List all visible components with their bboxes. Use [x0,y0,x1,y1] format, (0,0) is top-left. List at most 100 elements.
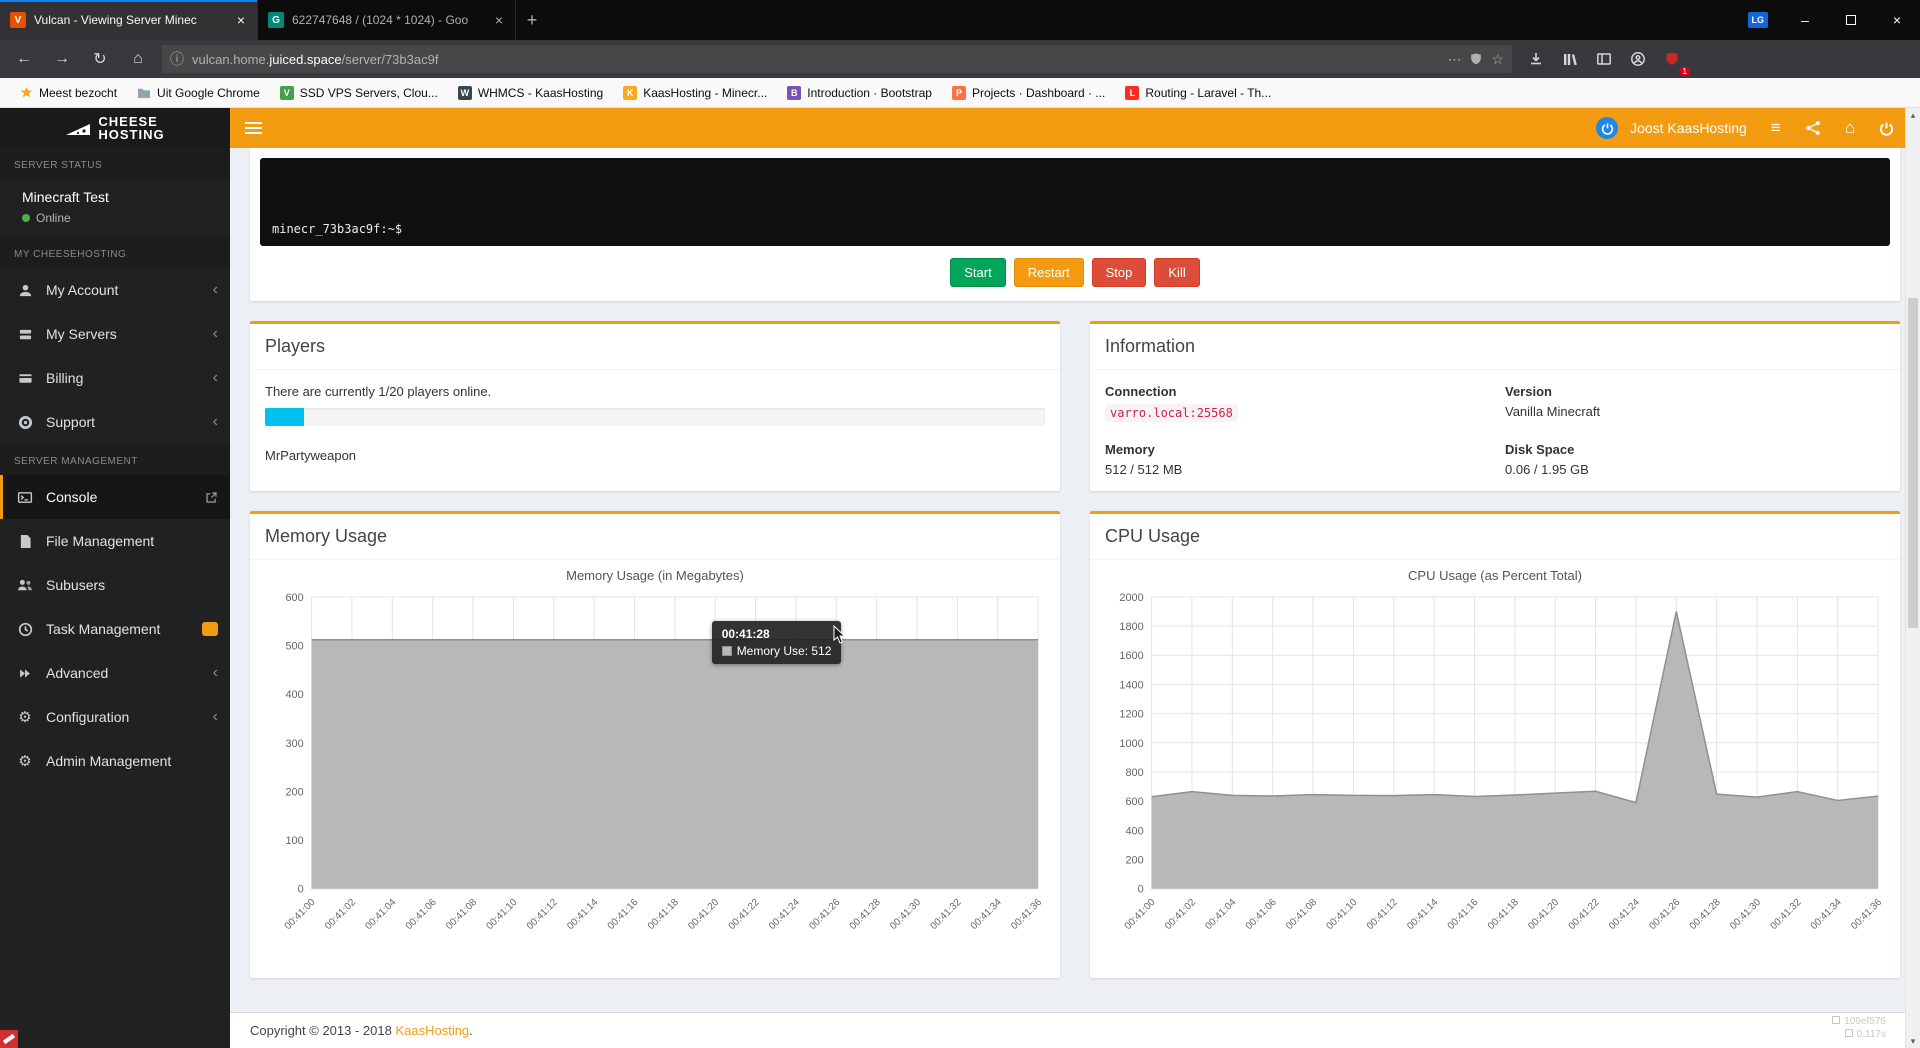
external-link-icon[interactable] [205,491,218,504]
sidebar-item-my-account[interactable]: My Account ‹ [0,268,230,312]
pocket-icon[interactable] [1469,52,1483,66]
terminal-prompt: minecr_73b3ac9f:~$ [272,222,402,236]
bookmark-star-icon[interactable]: ☆ [1491,51,1504,68]
sidebar-collapse-icon[interactable] [230,108,276,148]
bookmark-item[interactable]: Meest bezocht [12,83,125,103]
scroll-up-icon[interactable]: ▴ [1906,108,1920,122]
url-bar[interactable]: ⓘ vulcan.home.juiced.space/server/73b3ac… [162,45,1512,73]
refresh-icon[interactable]: ↻ [86,45,114,73]
user-menu[interactable]: Joost KaasHosting [1630,120,1747,136]
sidebar-item-advanced[interactable]: Advanced ‹ [0,651,230,695]
app-window: CHEESEHOSTING SERVER STATUS Minecraft Te… [0,108,1920,1048]
series-swatch-icon [722,646,732,656]
bookmark-item[interactable]: P Projects · Dashboard · ... [944,83,1113,103]
terminal-icon [16,490,34,505]
copyright-text: Copyright © 2013 - 2018 KaasHosting. [250,1023,473,1038]
svg-text:00:41:22: 00:41:22 [1567,897,1602,932]
bookmarks-bar: Meest bezocht Uit Google Chrome V SSD VP… [0,78,1920,108]
svg-text:00:41:36: 00:41:36 [1849,897,1884,932]
svg-text:1400: 1400 [1119,679,1143,691]
info-memory: Memory 512 / 512 MB [1105,442,1485,477]
online-dot-icon [22,214,30,222]
sidebar-item-admin-management[interactable]: ⚙ Admin Management [0,739,230,783]
back-icon[interactable]: ← [10,45,38,73]
svg-text:00:41:00: 00:41:00 [283,897,318,932]
sidebar-item-support[interactable]: Support ‹ [0,400,230,444]
titlebar-drag-area [548,0,1748,40]
kill-button[interactable]: Kill [1154,258,1199,287]
sidebar-item-subusers[interactable]: Subusers [0,563,230,607]
players-status-text: There are currently 1/20 players online. [265,384,1045,399]
svg-text:00:41:28: 00:41:28 [848,897,883,932]
svg-text:500: 500 [285,641,303,653]
server-power-status-icon[interactable] [1596,117,1618,139]
page-scrollbar[interactable]: ▴ ▾ [1905,108,1920,1048]
stop-button[interactable]: Stop [1092,258,1147,287]
site-info-icon[interactable]: ⓘ [170,49,184,69]
kaashosting-link[interactable]: KaasHosting [395,1023,469,1038]
cpu-chart-canvas[interactable]: 020040060080010001200140016001800200000:… [1098,585,1892,972]
sidebar-item-billing[interactable]: Billing ‹ [0,356,230,400]
tab-close-icon[interactable]: × [493,12,505,28]
sidebar-item-file-management[interactable]: File Management [0,519,230,563]
page-actions-icon[interactable]: ⋯ [1447,51,1461,68]
download-icon[interactable] [1522,45,1550,73]
account-icon[interactable] [1624,45,1652,73]
nodes-icon[interactable] [1805,120,1821,136]
browser-tab-inactive[interactable]: G 622747648 / (1024 * 1024) - Goo × [258,0,516,40]
url-text[interactable]: vulcan.home.juiced.space/server/73b3ac9f [192,52,1439,67]
scrollbar-thumb[interactable] [1908,298,1918,628]
sidebar-item-configuration[interactable]: ⚙ Configuration ‹ [0,695,230,739]
servers-icon [16,327,34,342]
sidebar-item-console[interactable]: Console [0,475,230,519]
chevron-left-icon: ‹ [213,414,218,430]
restart-button[interactable]: Restart [1014,258,1084,287]
sidebar-item-my-servers[interactable]: My Servers ‹ [0,312,230,356]
sidebar-toggle-icon[interactable] [1590,45,1618,73]
sidebar-item-task-management[interactable]: Task Management [0,607,230,651]
svg-text:100: 100 [285,835,303,847]
connection-address[interactable]: varro.local:25568 [1105,404,1238,422]
console-panel: minecr_73b3ac9f:~$ Start Restart Stop Ki… [250,148,1900,301]
brand-logo[interactable]: CHEESEHOSTING [0,108,230,148]
adblock-extension-icon[interactable]: 1 [1658,45,1686,73]
forward-icon[interactable]: → [48,45,76,73]
topbar-right: Joost KaasHosting ≡ ⌂ [1596,117,1920,139]
home-icon[interactable]: ⌂ [124,45,152,73]
svg-text:0: 0 [1138,884,1144,896]
server-list-icon[interactable]: ≡ [1771,118,1781,138]
library-icon[interactable] [1556,45,1584,73]
new-tab-button[interactable]: + [516,0,548,40]
bookmark-item[interactable]: B Introduction · Bootstrap [779,83,940,103]
svg-text:00:41:12: 00:41:12 [525,897,560,932]
chevron-left-icon: ‹ [213,370,218,386]
window-close-button[interactable]: × [1874,0,1920,40]
chevron-left-icon: ‹ [213,326,218,342]
users-icon [16,578,34,592]
console-terminal[interactable]: minecr_73b3ac9f:~$ [260,158,1890,246]
render-time: 0.117s [1857,1029,1886,1040]
hash-icon [1832,1016,1840,1024]
main-area: Joost KaasHosting ≡ ⌂ minecr_73b3ac9f:~$ [230,108,1920,1048]
window-maximize-button[interactable] [1828,0,1874,40]
bookmark-item[interactable]: W WHMCS - KaasHosting [450,83,611,103]
scroll-down-icon[interactable]: ▾ [1906,1034,1920,1048]
overlay-logo [0,1030,18,1048]
bookmark-item[interactable]: K KaasHosting - Minecr... [615,83,775,103]
tab-close-icon[interactable]: × [235,12,247,28]
section-label-server-status: SERVER STATUS [0,148,230,179]
bookmark-item[interactable]: Uit Google Chrome [129,83,268,103]
home-icon[interactable]: ⌂ [1845,118,1855,138]
svg-text:800: 800 [1125,767,1143,779]
start-button[interactable]: Start [950,258,1005,287]
navbar-right-icons: 1 [1522,45,1686,73]
bookmark-item[interactable]: L Routing - Laravel - Th... [1117,83,1279,103]
player-name: MrPartyweapon [265,448,1045,463]
memory-chart-canvas[interactable]: 010020030040050060000:41:0000:41:0200:41… [258,585,1052,972]
bookmark-item[interactable]: V SSD VPS Servers, Clou... [272,83,446,103]
logout-power-icon[interactable] [1879,121,1894,136]
clock-icon [16,622,34,637]
memory-usage-panel: Memory Usage Memory Usage (in Megabytes)… [250,511,1060,978]
browser-tab-active[interactable]: V Vulcan - Viewing Server Minec × [0,0,258,40]
window-minimize-button[interactable]: – [1782,0,1828,40]
